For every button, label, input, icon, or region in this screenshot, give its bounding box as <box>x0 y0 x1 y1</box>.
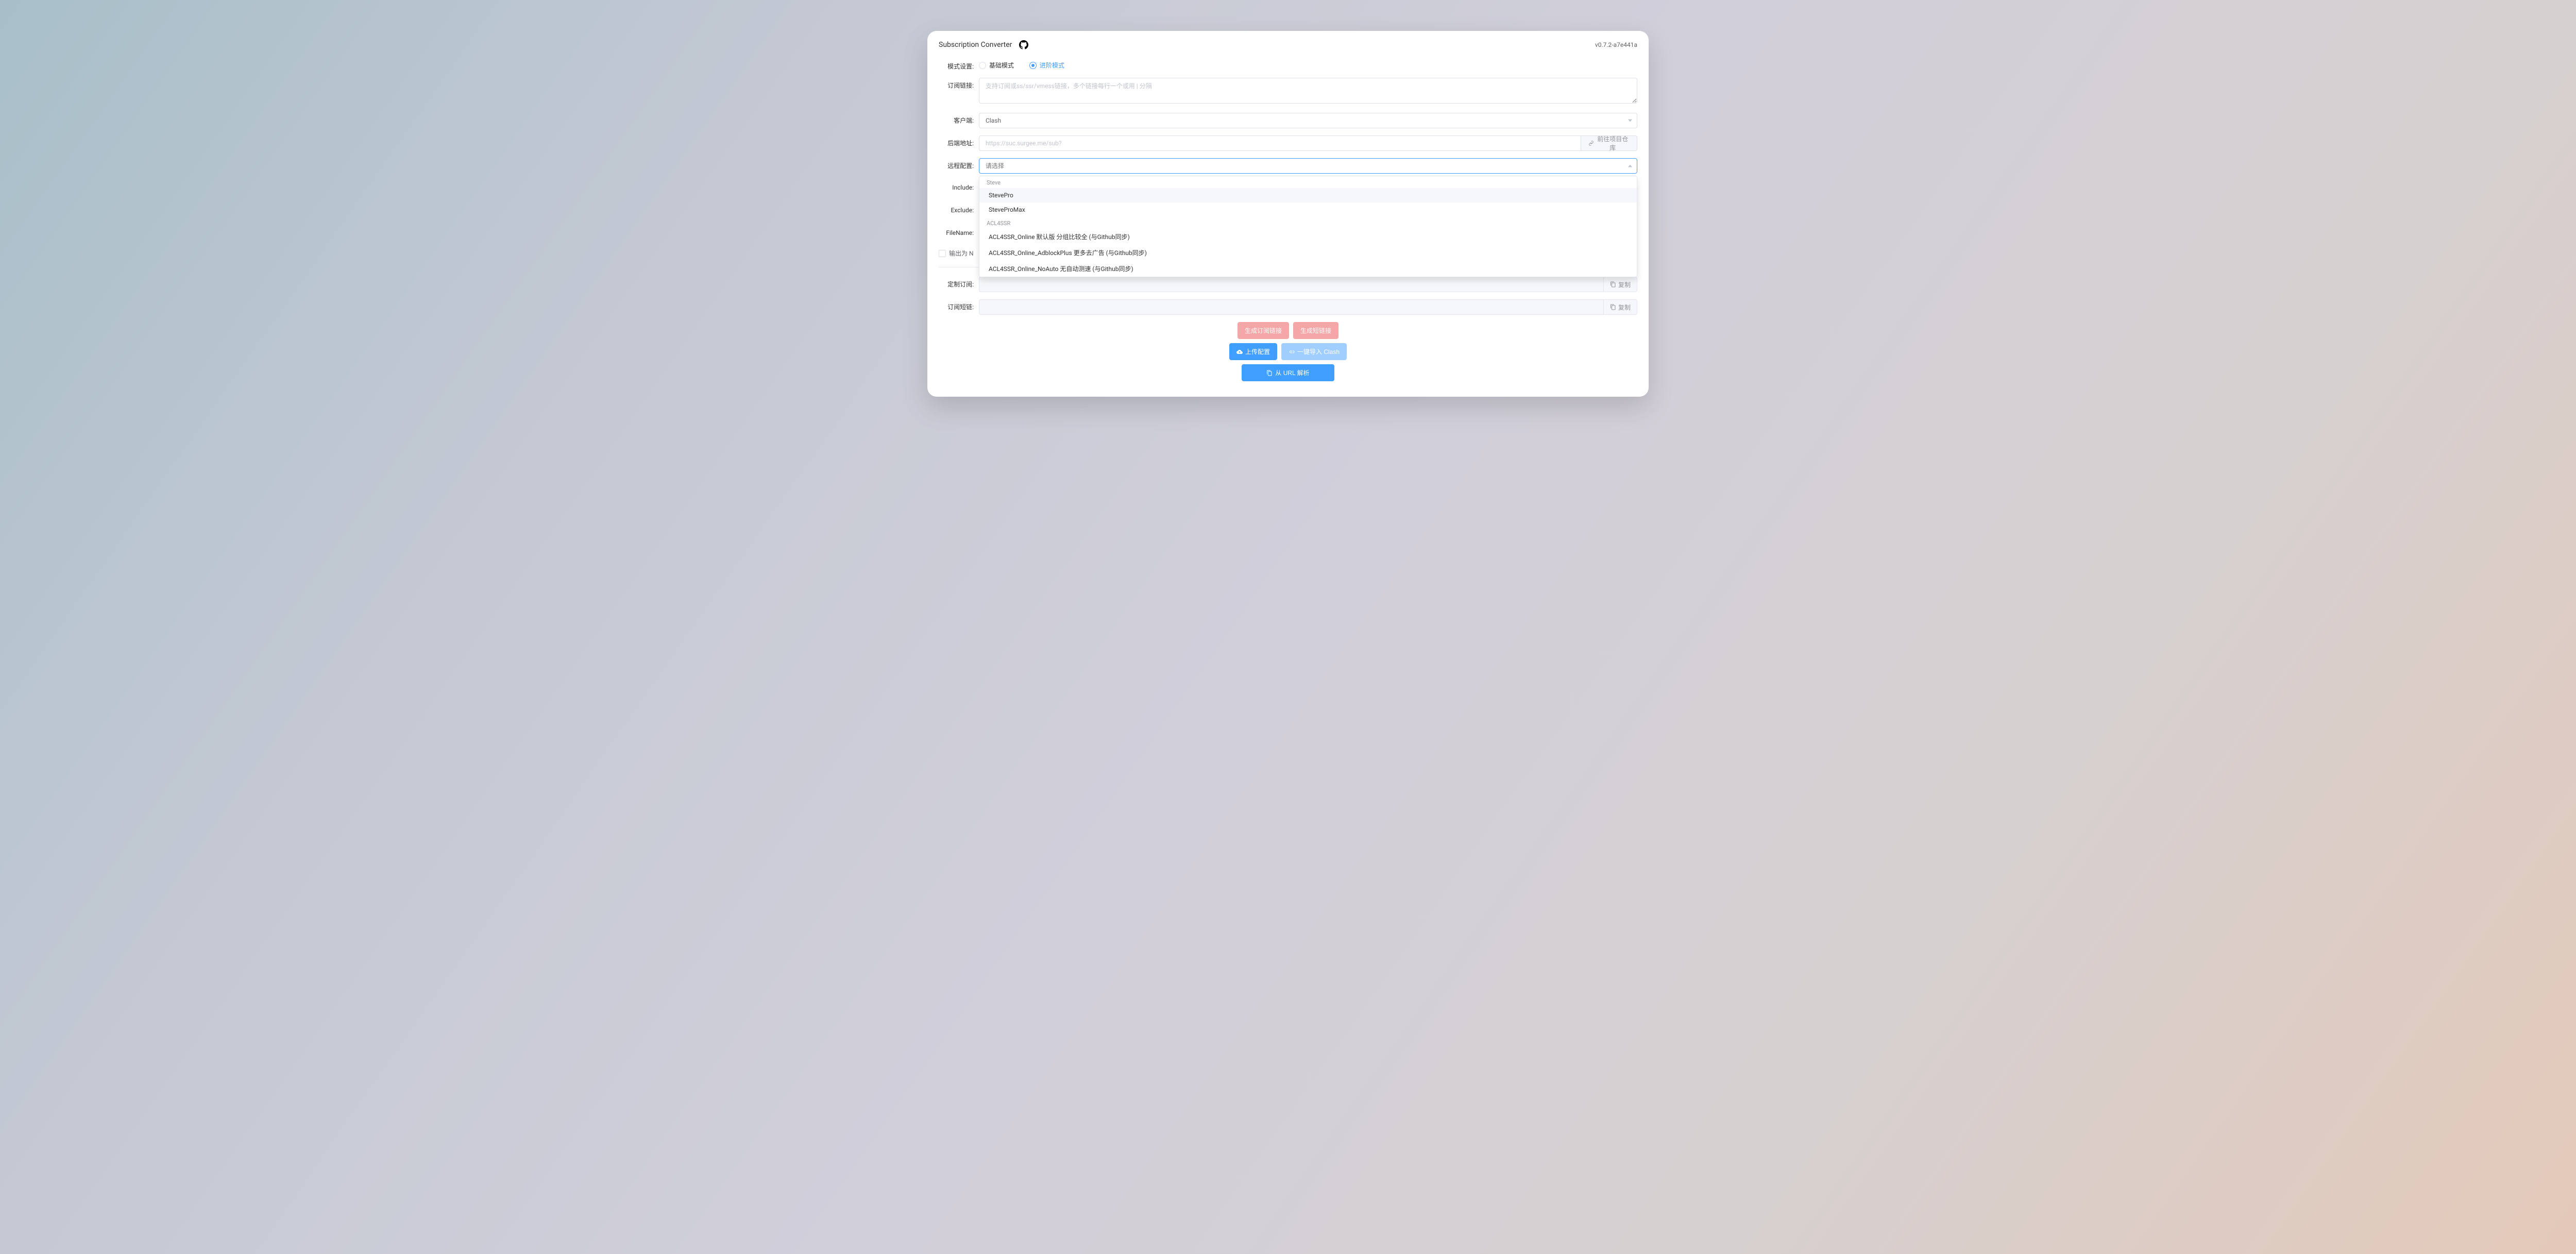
button-row-3: 从 URL 解析 <box>1242 364 1334 381</box>
gen-short-label: 生成短链接 <box>1300 326 1331 335</box>
button-row-1: 生成订阅链接 生成短链接 <box>1238 322 1338 339</box>
remote-select[interactable] <box>979 158 1637 174</box>
header-left: Subscription Converter <box>939 40 1028 49</box>
label-mode: 模式设置: <box>939 59 974 71</box>
custom-sub-control: 复制 <box>979 277 1637 292</box>
short-url-output <box>979 299 1637 315</box>
link-icon <box>1289 349 1295 355</box>
radio-advanced[interactable]: 进阶模式 <box>1029 61 1064 70</box>
label-custom-sub: 定制订阅: <box>939 277 974 289</box>
dropdown-item-acl-adblock[interactable]: ACL4SSR_Online_AdblockPlus 更多去广告 (与Githu… <box>979 245 1637 261</box>
client-select-wrap <box>979 113 1637 128</box>
label-filename: FileName: <box>939 226 974 236</box>
sublink-control <box>979 78 1637 106</box>
dropdown-group-acl4ssr: ACL4SSR <box>979 217 1637 229</box>
dropdown-item-acl-online[interactable]: ACL4SSR_Online 默认版 分组比较全 (与Github同步) <box>979 229 1637 245</box>
output-checkbox-label: 输出为 N <box>949 249 974 258</box>
copy-label: 复制 <box>1618 280 1631 289</box>
generate-sub-button[interactable]: 生成订阅链接 <box>1238 322 1289 339</box>
label-exclude: Exclude: <box>939 204 974 214</box>
cloud-upload-icon <box>1236 349 1243 355</box>
radio-basic-label: 基础模式 <box>989 61 1014 70</box>
parse-url-button[interactable]: 从 URL 解析 <box>1242 364 1334 381</box>
row-short-url: 订阅短链: 复制 <box>939 299 1637 315</box>
row-remote: 远程配置: Steve StevePro SteveProMax ACL4SSR… <box>939 158 1637 174</box>
main-card: Subscription Converter v0.7.2-a7e441a 模式… <box>927 31 1649 397</box>
short-url-control: 复制 <box>979 299 1637 315</box>
dropdown-item-stevepro[interactable]: StevePro <box>979 188 1637 202</box>
gen-sub-label: 生成订阅链接 <box>1245 326 1282 335</box>
label-include: Include: <box>939 181 974 191</box>
version-text: v0.7.2-a7e441a <box>1595 41 1637 48</box>
copy-icon <box>1610 281 1616 287</box>
backend-control: 前往项目仓库 <box>979 135 1637 151</box>
label-remote: 远程配置: <box>939 158 974 170</box>
generate-short-button[interactable]: 生成短链接 <box>1293 322 1338 339</box>
github-icon[interactable] <box>1019 40 1028 49</box>
row-client: 客户端: <box>939 113 1637 128</box>
custom-sub-output <box>979 277 1637 292</box>
mode-radio-group: 基础模式 进阶模式 <box>979 59 1637 70</box>
circle-icon <box>979 62 986 69</box>
upload-config-button[interactable]: 上传配置 <box>1229 343 1277 360</box>
dropdown-item-stevepromax[interactable]: SteveProMax <box>979 202 1637 217</box>
parse-url-label: 从 URL 解析 <box>1275 368 1309 377</box>
import-clash-button[interactable]: 一键导入 Clash <box>1281 343 1347 360</box>
label-short-url: 订阅短链: <box>939 299 974 311</box>
copy-icon <box>1610 304 1616 310</box>
import-clash-label: 一键导入 Clash <box>1297 347 1340 356</box>
label-client: 客户端: <box>939 113 974 125</box>
row-sublink: 订阅链接: <box>939 78 1637 106</box>
radio-basic[interactable]: 基础模式 <box>979 61 1014 70</box>
remote-dropdown: Steve StevePro SteveProMax ACL4SSR ACL4S… <box>979 176 1637 277</box>
sublink-textarea[interactable] <box>979 78 1637 104</box>
link-icon <box>1588 140 1594 146</box>
dropdown-group-steve: Steve <box>979 176 1637 188</box>
app-title: Subscription Converter <box>939 41 1012 49</box>
goto-repo-button[interactable]: 前往项目仓库 <box>1581 135 1637 151</box>
row-custom-sub: 定制订阅: 复制 <box>939 277 1637 292</box>
label-backend: 后端地址: <box>939 135 974 147</box>
dropdown-item-acl-noauto[interactable]: ACL4SSR_Online_NoAuto 无自动测速 (与Github同步) <box>979 261 1637 277</box>
copy-icon <box>1266 370 1273 376</box>
copy-custom-sub-button[interactable]: 复制 <box>1603 277 1637 292</box>
output-checkbox[interactable] <box>939 250 946 257</box>
remote-select-wrap: Steve StevePro SteveProMax ACL4SSR ACL4S… <box>979 158 1637 174</box>
header: Subscription Converter v0.7.2-a7e441a <box>939 40 1637 49</box>
copy-short-url-button[interactable]: 复制 <box>1603 300 1637 314</box>
backend-input[interactable] <box>979 135 1581 151</box>
radio-advanced-label: 进阶模式 <box>1040 61 1064 70</box>
row-backend: 后端地址: 前往项目仓库 <box>939 135 1637 151</box>
client-select[interactable] <box>979 113 1637 128</box>
row-mode: 模式设置: 基础模式 进阶模式 <box>939 59 1637 71</box>
copy-label: 复制 <box>1618 303 1631 312</box>
goto-repo-label: 前往项目仓库 <box>1596 134 1630 152</box>
button-rows: 生成订阅链接 生成短链接 上传配置 一键导入 Clash 从 URL 解析 <box>939 322 1637 381</box>
label-sublink: 订阅链接: <box>939 78 974 90</box>
circle-icon <box>1029 62 1037 69</box>
button-row-2: 上传配置 一键导入 Clash <box>1229 343 1347 360</box>
upload-label: 上传配置 <box>1245 347 1270 356</box>
